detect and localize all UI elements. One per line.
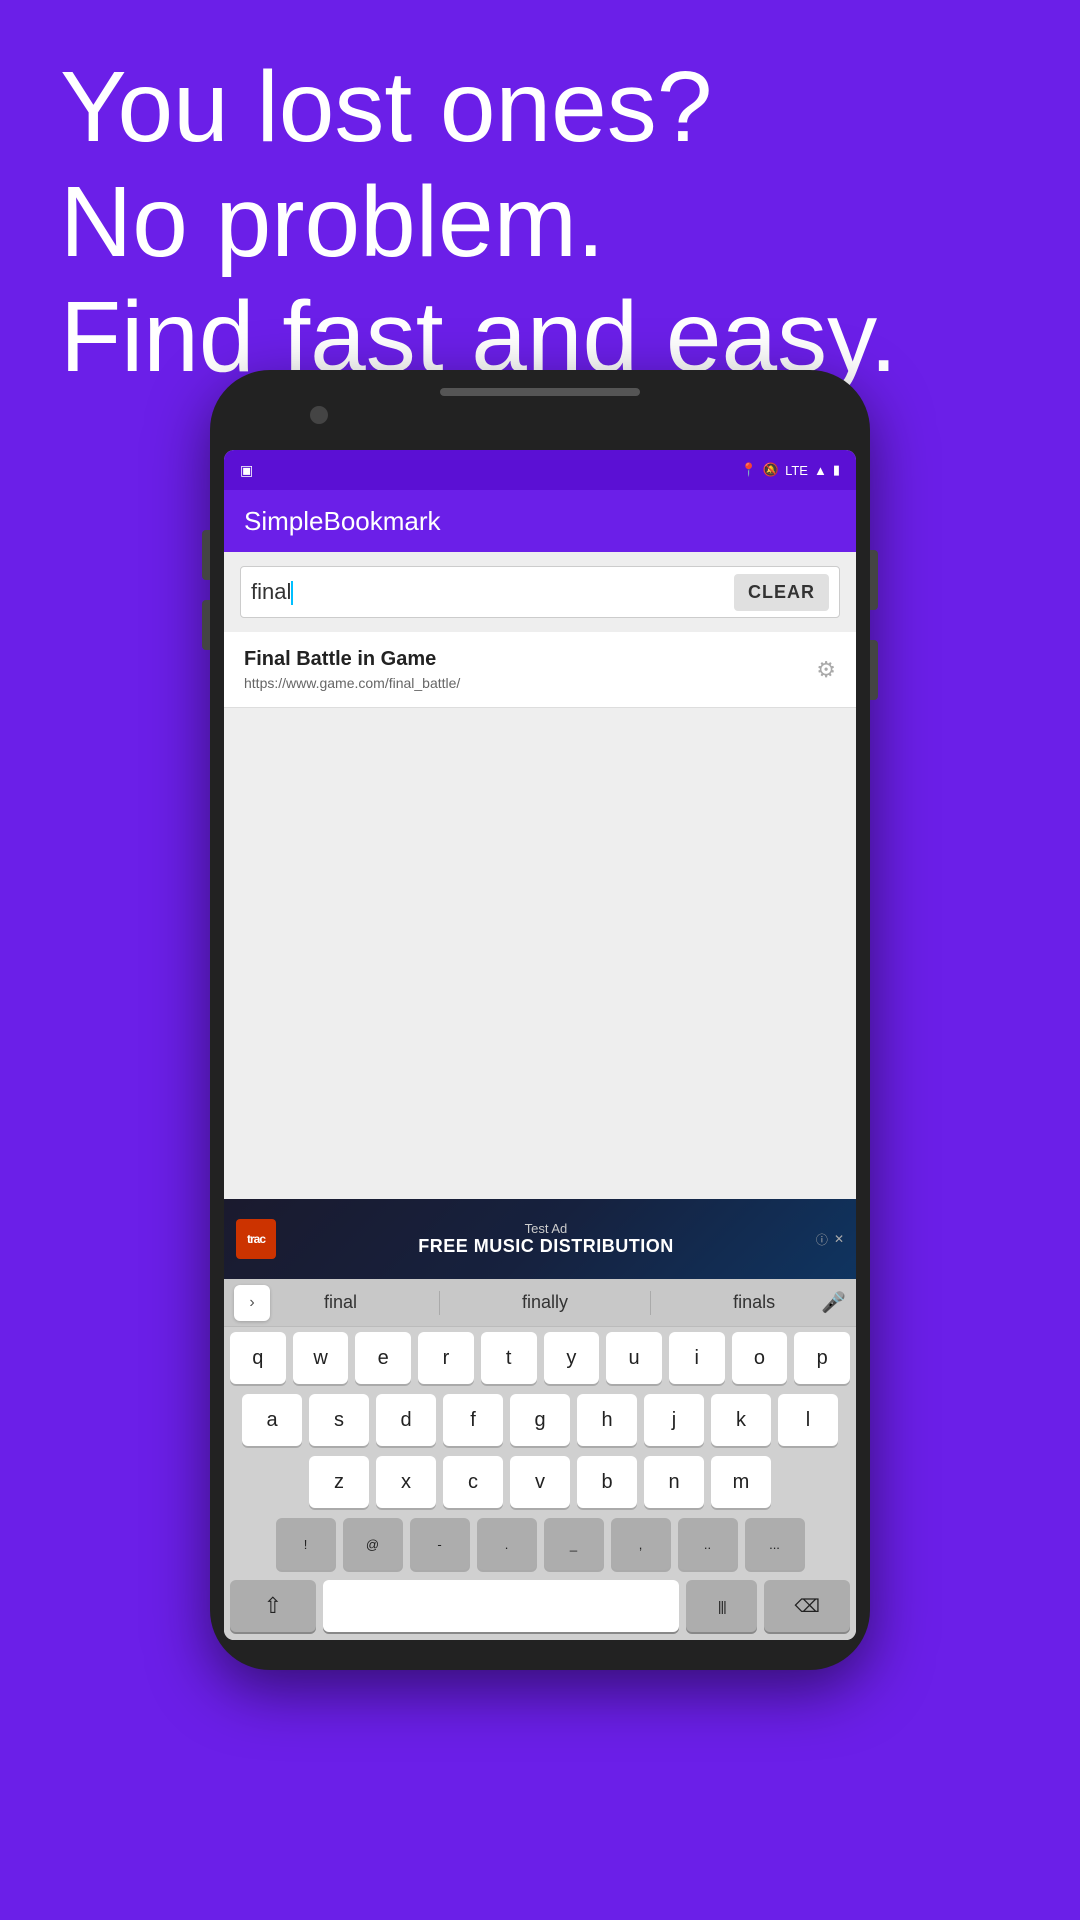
key-exclaim[interactable]: ! [276,1518,336,1570]
key-row-special: ! @ - . _ , .. ... [224,1513,856,1575]
phone-screen: ▣ 📍 🔕 LTE ▲ ▮ SimpleBookmark final [224,450,856,1640]
app-toolbar: SimpleBookmark [224,490,856,552]
key-comma[interactable]: , [611,1518,671,1570]
hero-text: You lost ones? No problem. Find fast and… [60,50,1020,395]
clear-button[interactable]: CLEAR [734,574,829,611]
keyboard: › final finally finals 🎤 q w e [224,1279,856,1640]
autocomplete-arrow[interactable]: › [234,1285,270,1321]
key-a[interactable]: a [242,1394,302,1446]
status-left: ▣ [240,462,253,479]
volume-up-button [202,530,210,580]
front-camera [310,406,328,424]
result-url: https://www.game.com/final_battle/ [244,675,816,691]
key-underscore[interactable]: _ [544,1518,604,1570]
key-e[interactable]: e [355,1332,411,1384]
result-title: Final Battle in Game [244,648,816,671]
search-input-value[interactable]: final [251,579,734,605]
ad-info-icon[interactable]: ⓘ [816,1231,828,1248]
search-bar[interactable]: final CLEAR [240,566,840,618]
autocomplete-suggestions: final finally finals [278,1291,821,1315]
power-button [870,550,878,610]
location-icon: 📍 [741,462,757,478]
result-info: Final Battle in Game https://www.game.co… [244,648,816,691]
camera-button [870,640,878,700]
divider-2 [650,1291,651,1315]
key-dot[interactable]: . [477,1518,537,1570]
key-i[interactable]: i [669,1332,725,1384]
autocomplete-bar: › final finally finals 🎤 [224,1279,856,1327]
key-j[interactable]: j [644,1394,704,1446]
lte-label: LTE [785,463,808,478]
result-item[interactable]: Final Battle in Game https://www.game.co… [224,632,856,708]
search-area: final CLEAR [224,552,856,632]
hero-section: You lost ones? No problem. Find fast and… [60,50,1020,395]
ad-banner: trac Test Ad FREE MUSIC DISTRIBUTION ⓘ ✕ [224,1199,856,1279]
mic-icon[interactable]: 🎤 [821,1290,846,1315]
key-b[interactable]: b [577,1456,637,1508]
key-d[interactable]: d [376,1394,436,1446]
key-c[interactable]: c [443,1456,503,1508]
text-cursor [291,581,293,605]
autocomplete-word-1[interactable]: final [314,1292,367,1313]
key-n[interactable]: n [644,1456,704,1508]
phone-device: ▣ 📍 🔕 LTE ▲ ▮ SimpleBookmark final [65,370,1015,1920]
autocomplete-word-3[interactable]: finals [723,1292,785,1313]
key-row-1: q w e r t y u i o p [224,1327,856,1389]
key-w[interactable]: w [293,1332,349,1384]
backspace-key[interactable]: ⌫ [764,1580,850,1632]
key-m[interactable]: m [711,1456,771,1508]
key-at[interactable]: @ [343,1518,403,1570]
key-p[interactable]: p [794,1332,850,1384]
ad-text-block: Test Ad FREE MUSIC DISTRIBUTION [286,1221,806,1257]
key-row-bottom: ⇧ ||| ⌫ [224,1575,856,1640]
volume-down-button [202,600,210,650]
key-y[interactable]: y [544,1332,600,1384]
ad-controls[interactable]: ⓘ ✕ [816,1231,844,1248]
silent-icon: 🔕 [763,462,779,478]
key-v[interactable]: v [510,1456,570,1508]
key-f[interactable]: f [443,1394,503,1446]
ad-test-label: Test Ad [286,1221,806,1236]
battery-icon: ▮ [833,462,840,478]
ad-close-icon[interactable]: ✕ [834,1232,844,1246]
app-title: SimpleBookmark [244,506,441,537]
key-g[interactable]: g [510,1394,570,1446]
search-text: final [251,579,291,604]
key-l[interactable]: l [778,1394,838,1446]
settings-icon[interactable]: ⚙ [816,657,836,683]
status-right: 📍 🔕 LTE ▲ ▮ [741,462,840,478]
key-r[interactable]: r [418,1332,474,1384]
key-dash[interactable]: - [410,1518,470,1570]
key-u[interactable]: u [606,1332,662,1384]
key-z[interactable]: z [309,1456,369,1508]
autocomplete-word-2[interactable]: finally [512,1292,578,1313]
results-area: Final Battle in Game https://www.game.co… [224,632,856,1279]
phone-body: ▣ 📍 🔕 LTE ▲ ▮ SimpleBookmark final [210,370,870,1670]
key-dotdot[interactable]: .. [678,1518,738,1570]
shift-key[interactable]: ⇧ [230,1580,316,1632]
key-dotdotdot[interactable]: ... [745,1518,805,1570]
ad-logo-text: trac [247,1232,265,1246]
key-row-2: a s d f g h j k l [224,1389,856,1451]
key-row-3: z x c v b n m [224,1451,856,1513]
key-x[interactable]: x [376,1456,436,1508]
key-s[interactable]: s [309,1394,369,1446]
space-key[interactable] [323,1580,680,1632]
notification-icon: ▣ [240,462,253,479]
pipe-key[interactable]: ||| [686,1580,757,1632]
signal-icon: ▲ [814,463,827,478]
key-o[interactable]: o [732,1332,788,1384]
ad-logo: trac [236,1219,276,1259]
key-k[interactable]: k [711,1394,771,1446]
key-q[interactable]: q [230,1332,286,1384]
divider-1 [439,1291,440,1315]
ad-main-text: FREE MUSIC DISTRIBUTION [286,1236,806,1257]
key-h[interactable]: h [577,1394,637,1446]
speaker-grill [440,388,640,396]
status-bar: ▣ 📍 🔕 LTE ▲ ▮ [224,450,856,490]
key-t[interactable]: t [481,1332,537,1384]
